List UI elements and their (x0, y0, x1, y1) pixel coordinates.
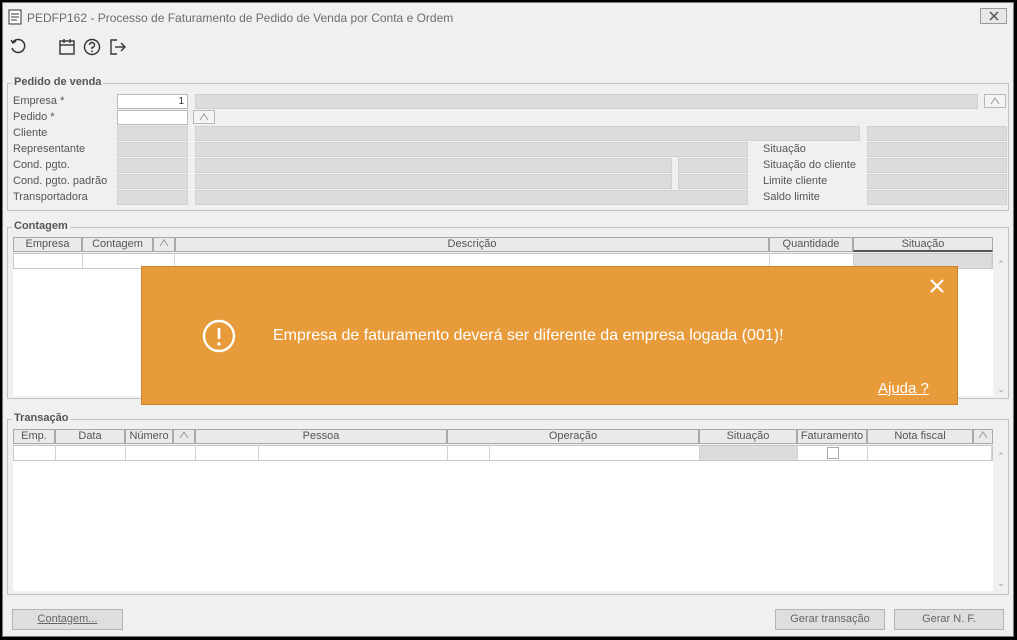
cond-pgto-padrao-name-field (195, 174, 672, 189)
cell (700, 446, 798, 460)
cond-pgto-padrao-extra-field (678, 174, 748, 189)
cond-pgto-extra-field (678, 158, 748, 173)
contagem-grid-header: Empresa Contagem Descrição Quantidade Si… (13, 237, 993, 252)
refresh-icon[interactable] (9, 38, 27, 56)
cell[interactable] (868, 446, 992, 460)
pedido-venda-title: Pedido de venda (12, 76, 104, 88)
document-icon (8, 9, 22, 25)
empresa-label: Empresa * (13, 95, 65, 107)
calendar-icon[interactable] (58, 38, 76, 56)
transacao-title: Transação (12, 412, 71, 424)
faturamento-cell[interactable] (798, 446, 868, 460)
transacao-grid-header: Emp. Data Número Pessoa Operação Situaçã… (13, 429, 993, 444)
transacao-grid-body[interactable] (13, 445, 993, 591)
limite-cliente-label: Limite cliente (763, 175, 828, 187)
cell[interactable] (14, 446, 56, 460)
transportadora-name-field (195, 190, 748, 205)
col-nota-fiscal-lookup[interactable] (973, 429, 993, 444)
window-title: PEDFP162 - Processo de Faturamento de Pe… (27, 11, 454, 25)
gerar-transacao-button[interactable]: Gerar transação (775, 609, 885, 630)
empresa-field[interactable]: 1 (117, 94, 188, 109)
transportadora-code-field (117, 190, 188, 205)
col-situacao-transacao[interactable]: Situação (699, 429, 797, 444)
gerar-nf-button[interactable]: Gerar N. F. (894, 609, 1004, 630)
cell[interactable] (196, 446, 259, 460)
title-bar: PEDFP162 - Processo de Faturamento de Pe… (3, 3, 1013, 31)
col-operacao[interactable]: Operação (447, 429, 699, 444)
contagem-button[interactable]: Contagem... (12, 609, 123, 630)
cell[interactable] (126, 446, 196, 460)
col-contagem-lookup[interactable] (153, 237, 175, 252)
lookup-icon (199, 113, 209, 121)
help-icon[interactable] (83, 38, 101, 56)
col-nota-fiscal[interactable]: Nota fiscal (867, 429, 973, 444)
cond-pgto-name-field (195, 158, 672, 173)
cell[interactable] (259, 446, 448, 460)
saldo-limite-field (867, 190, 1007, 205)
cond-pgto-code-field (117, 158, 188, 173)
close-icon[interactable] (927, 276, 947, 296)
col-descricao[interactable]: Descrição (175, 237, 769, 252)
transacao-group: Transação Emp. Data Número Pessoa Operaç… (7, 412, 1009, 595)
toast-message: Empresa de faturamento deverá ser difere… (273, 327, 784, 344)
col-numero[interactable]: Número (125, 429, 173, 444)
col-quantidade[interactable]: Quantidade (769, 237, 853, 252)
scroll-up-icon[interactable]: ⌃ (995, 451, 1007, 461)
cond-pgto-padrao-label: Cond. pgto. padrão (13, 175, 108, 187)
lookup-icon (159, 239, 169, 247)
scroll-down-icon[interactable]: ⌄ (995, 384, 1007, 394)
lookup-icon (978, 431, 988, 439)
situacao-label: Situação (763, 143, 806, 155)
pedido-field[interactable] (117, 110, 188, 125)
scroll-down-icon[interactable]: ⌄ (995, 578, 1007, 588)
cell[interactable] (490, 446, 700, 460)
pedido-lookup-button[interactable] (193, 110, 215, 124)
error-toast: Empresa de faturamento deverá ser difere… (141, 266, 958, 405)
saldo-limite-label: Saldo limite (763, 191, 820, 203)
cell[interactable] (448, 446, 490, 460)
cliente-label: Cliente (13, 127, 48, 139)
cliente-code-field (117, 126, 188, 141)
col-faturamento[interactable]: Faturamento (797, 429, 867, 444)
lookup-icon (990, 97, 1000, 105)
representante-code-field (117, 142, 188, 157)
table-row[interactable] (13, 445, 993, 461)
situacao-field (867, 142, 1007, 157)
empresa-name-field (195, 94, 978, 109)
contagem-title: Contagem (12, 220, 70, 232)
situacao-cliente-field (867, 158, 1007, 173)
lookup-icon (179, 431, 189, 439)
empresa-lookup-button[interactable] (984, 94, 1006, 108)
col-contagem[interactable]: Contagem (82, 237, 153, 252)
cliente-extra-field (867, 126, 1007, 141)
representante-label: Representante (13, 143, 86, 155)
representante-name-field (195, 142, 748, 157)
help-link[interactable]: Ajuda ? (878, 380, 929, 397)
exit-icon[interactable] (109, 38, 127, 56)
col-empresa[interactable]: Empresa (13, 237, 82, 252)
alert-icon (202, 319, 236, 353)
cond-pgto-padrao-code-field (117, 174, 188, 189)
window-close-button[interactable] (980, 8, 1007, 24)
close-icon (988, 11, 999, 21)
scroll-up-icon[interactable]: ⌃ (995, 259, 1007, 269)
cell[interactable] (56, 446, 126, 460)
situacao-cliente-label: Situação do cliente (763, 159, 856, 171)
col-data[interactable]: Data (55, 429, 125, 444)
cliente-name-field (195, 126, 860, 141)
faturamento-checkbox[interactable] (827, 447, 839, 459)
cond-pgto-label: Cond. pgto. (13, 159, 70, 171)
pedido-label: Pedido * (13, 111, 55, 123)
col-numero-lookup[interactable] (173, 429, 195, 444)
transportadora-label: Transportadora (13, 191, 88, 203)
col-situacao[interactable]: Situação (853, 237, 993, 252)
col-emp[interactable]: Emp. (13, 429, 55, 444)
pedido-venda-group: Pedido de venda Empresa * 1 Pedido * Cli… (7, 76, 1009, 211)
limite-cliente-field (867, 174, 1007, 189)
cell[interactable] (14, 254, 83, 268)
col-pessoa[interactable]: Pessoa (195, 429, 447, 444)
